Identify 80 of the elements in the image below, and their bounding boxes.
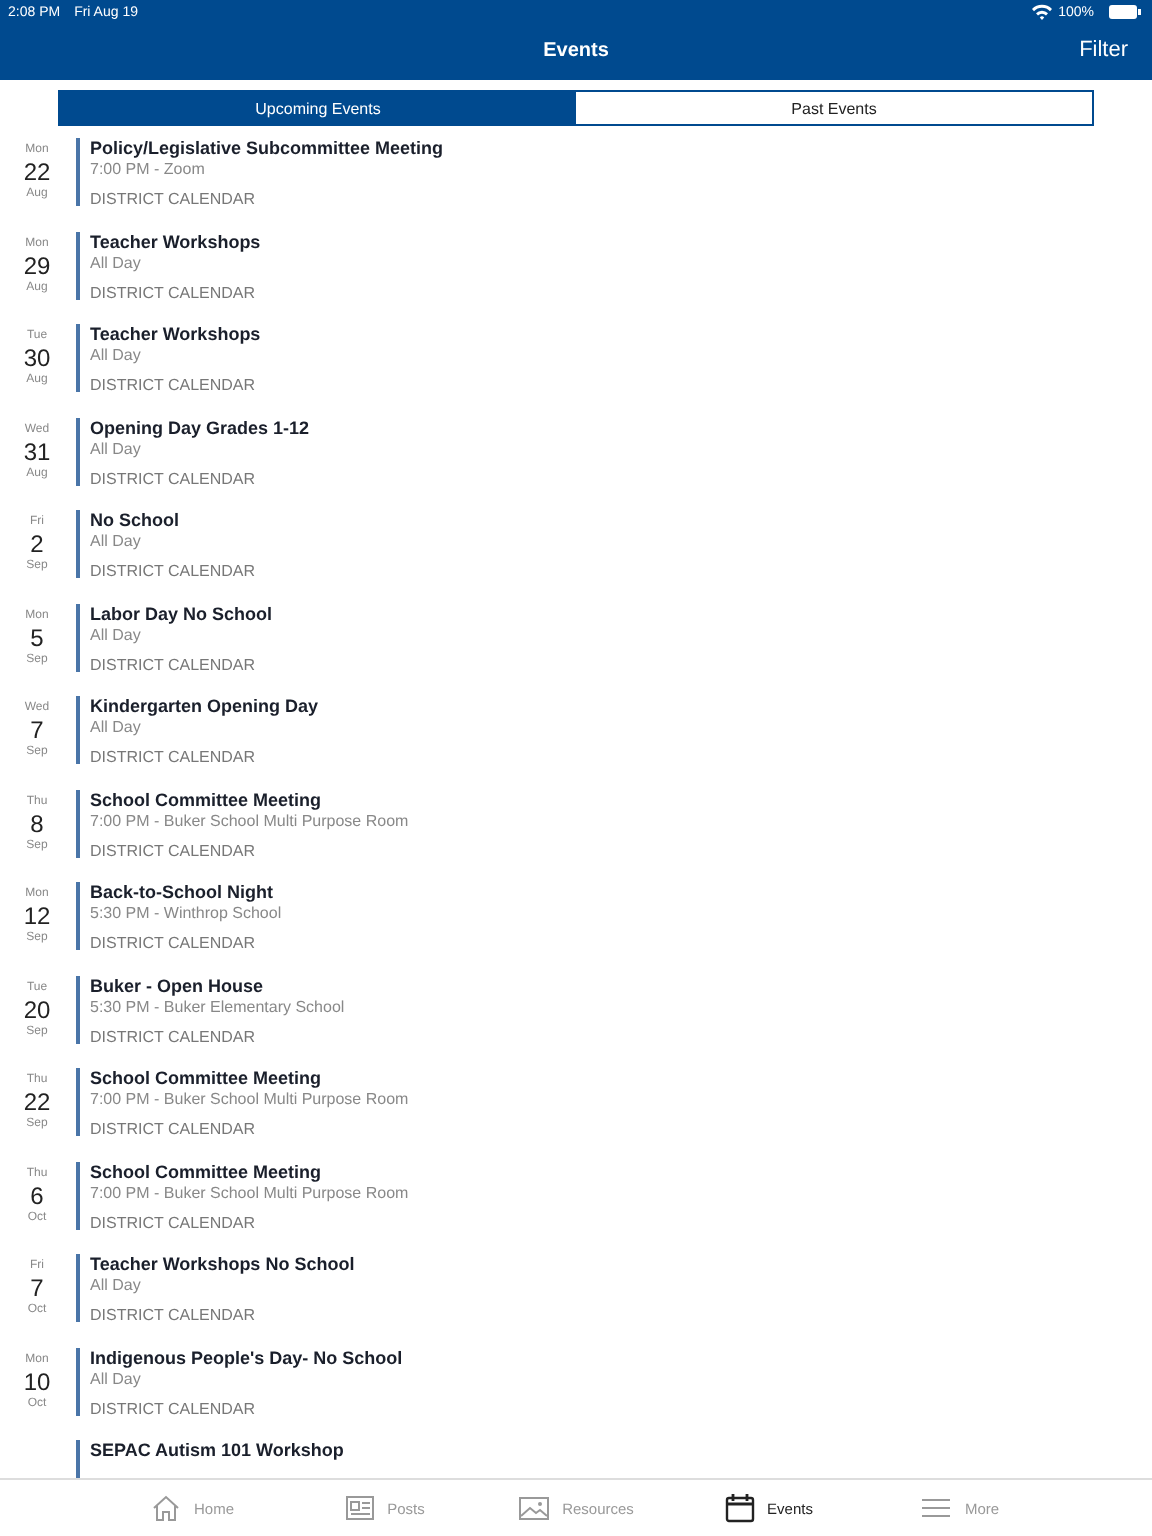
event-calendar: DISTRICT CALENDAR	[90, 841, 256, 861]
event-title: Teacher Workshops	[90, 324, 261, 346]
event-item[interactable]: School Committee Meeting 7:00 PM - Buker School Multi Purpose Room DISTRICT CALENDAR	[76, 1161, 409, 1229]
event-item[interactable]: Opening Day Grades 1-12 All Day DISTRICT CALENDAR	[76, 417, 310, 485]
event-title: Teacher Workshops No School	[90, 1254, 355, 1276]
event-details: 7:00 PM - Zoom	[90, 160, 205, 180]
event-title: Labor Day No School	[90, 603, 273, 625]
event-day: 22	[23, 160, 51, 186]
event-title: Opening Day Grades 1-12	[90, 417, 310, 439]
event-item[interactable]: Indigenous People's Day- No School All Day DISTRICT CALENDAR	[76, 1347, 403, 1415]
event-calendar: DISTRICT CALENDAR	[90, 562, 256, 582]
event-day: 29	[23, 253, 51, 279]
filter-button[interactable]: Filter	[1079, 38, 1129, 62]
event-calendar: DISTRICT CALENDAR	[90, 1213, 256, 1233]
event-day: 2	[30, 532, 44, 558]
event-day: 12	[23, 904, 51, 930]
event-day: 8	[30, 811, 44, 837]
house-icon	[149, 1492, 182, 1524]
event-day: 7	[30, 718, 44, 744]
event-title: Indigenous People's Day- No School	[90, 1347, 403, 1369]
event-item[interactable]: Teacher Workshops No School All Day DISTRICT CALENDAR	[76, 1254, 355, 1322]
segment-tab[interactable]: Upcoming Events	[60, 92, 576, 124]
event-details: All Day	[90, 1276, 141, 1296]
event-details: 5:30 PM - Winthrop School	[90, 904, 282, 924]
event-details: All Day	[90, 439, 141, 459]
event-title: No School	[90, 510, 179, 532]
event-details: All Day	[90, 532, 141, 552]
event-calendar: DISTRICT CALENDAR	[90, 190, 256, 210]
event-item[interactable]: No School All Day DISTRICT CALENDAR	[76, 510, 256, 578]
wifi-icon	[1032, 4, 1053, 20]
event-item[interactable]: School Committee Meeting 7:00 PM - Buker School Multi Purpose Room DISTRICT CALENDAR	[76, 1068, 409, 1136]
battery-icon	[1108, 4, 1142, 20]
event-title: School Committee Meeting	[90, 789, 322, 811]
event-details: 5:30 PM - Buker Elementary School	[90, 997, 345, 1017]
event-title: Back-to-School Night	[90, 882, 273, 904]
event-item[interactable]: Labor Day No School All Day DISTRICT CALENDAR	[76, 603, 273, 671]
image-icon	[518, 1492, 551, 1524]
event-details: 7:00 PM - Buker School Multi Purpose Room	[90, 1090, 409, 1110]
page-title: Events	[543, 39, 609, 61]
event-day: 7	[30, 1276, 44, 1302]
event-title: Teacher Workshops	[90, 231, 261, 253]
newspaper-icon	[343, 1492, 376, 1524]
event-details: All Day	[90, 625, 141, 645]
event-item[interactable]: Kindergarten Opening Day All Day DISTRICT CALENDAR	[76, 696, 319, 764]
event-calendar: DISTRICT CALENDAR	[90, 748, 256, 768]
event-calendar: DISTRICT CALENDAR	[90, 469, 256, 489]
event-title: Kindergarten Opening Day	[90, 696, 319, 718]
event-calendar: DISTRICT CALENDAR	[90, 283, 256, 303]
event-item[interactable]: Buker - Open House 5:30 PM - Buker Elementary School DISTRICT CALENDAR	[76, 975, 345, 1043]
event-calendar: DISTRICT CALENDAR	[90, 655, 256, 675]
event-title: SEPAC Autism 101 Workshop	[90, 1440, 344, 1462]
event-calendar: DISTRICT CALENDAR	[90, 1306, 256, 1326]
event-item[interactable]: Teacher Workshops All Day DISTRICT CALENDAR	[76, 231, 261, 299]
event-title: School Committee Meeting	[90, 1161, 322, 1183]
event-title: Buker - Open House	[90, 975, 264, 997]
event-details: All Day	[90, 1369, 141, 1389]
event-item[interactable]: Policy/Legislative Subcommittee Meeting 7:00 PM - Zoom DISTRICT CALENDAR	[76, 138, 444, 206]
event-item[interactable]: Back-to-School Night 5:30 PM - Winthrop School DISTRICT CALENDAR	[76, 882, 282, 950]
calendar-icon	[723, 1492, 756, 1524]
event-calendar: DISTRICT CALENDAR	[90, 934, 256, 954]
event-item[interactable]: Teacher Workshops All Day DISTRICT CALENDAR	[76, 324, 261, 392]
event-calendar: DISTRICT CALENDAR	[90, 376, 256, 396]
event-details: All Day	[90, 718, 141, 738]
event-title: School Committee Meeting	[90, 1068, 322, 1090]
event-item[interactable]: School Committee Meeting 7:00 PM - Buker School Multi Purpose Room DISTRICT CALENDAR	[76, 789, 409, 857]
event-details: All Day	[90, 346, 141, 366]
event-day: 30	[23, 346, 51, 372]
event-day: 20	[23, 997, 51, 1023]
event-day: 10	[23, 1369, 51, 1395]
event-day: 31	[23, 439, 51, 465]
event-day: 6	[30, 1183, 44, 1209]
event-calendar: DISTRICT CALENDAR	[90, 1120, 256, 1140]
event-details: All Day	[90, 253, 141, 273]
event-details: 7:00 PM - Buker School Multi Purpose Room	[90, 811, 409, 831]
event-calendar: DISTRICT CALENDAR	[90, 1027, 256, 1047]
event-title: Policy/Legislative Subcommittee Meeting	[90, 138, 444, 160]
event-calendar: DISTRICT CALENDAR	[90, 1399, 256, 1419]
event-details: 7:00 PM - Buker School Multi Purpose Room	[90, 1183, 409, 1203]
event-day: 22	[23, 1090, 51, 1116]
event-day: 5	[30, 625, 44, 651]
